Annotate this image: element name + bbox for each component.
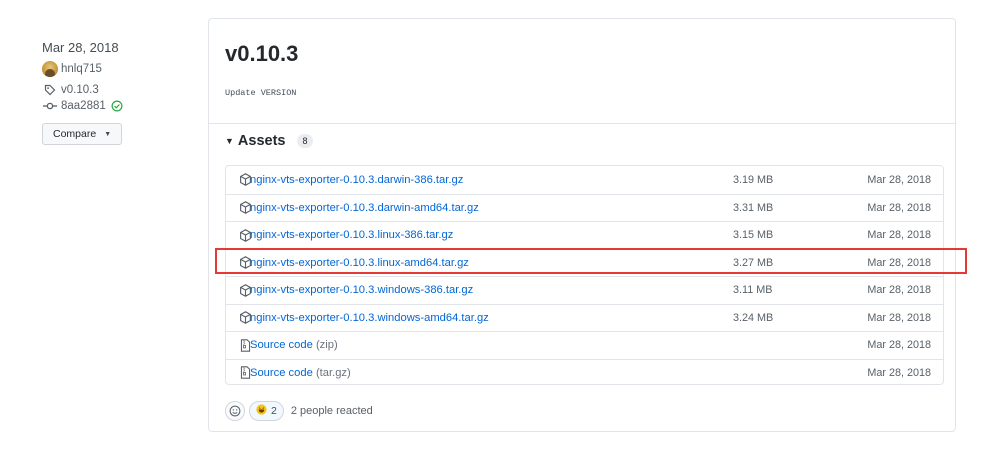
asset-size: 3.19 MB bbox=[733, 173, 774, 186]
asset-size: 3.11 MB bbox=[733, 284, 773, 297]
reaction-summary: 2 people reacted bbox=[290, 405, 373, 417]
release-date: Mar 28, 2018 bbox=[42, 40, 119, 55]
asset-row[interactable]: nginx-vts-exporter-0.10.3.linux-386.tar.… bbox=[226, 221, 943, 249]
reaction-count: 2 bbox=[271, 405, 277, 417]
tag-row[interactable]: v0.10.3 bbox=[42, 83, 192, 97]
compare-label: Compare bbox=[53, 128, 97, 140]
assets-list: nginx-vts-exporter-0.10.3.darwin-386.tar… bbox=[225, 165, 944, 385]
author-name[interactable]: hnlq715 bbox=[61, 63, 102, 75]
asset-date: Mar 28, 2018 bbox=[867, 366, 931, 379]
asset-link[interactable]: nginx-vts-exporter-0.10.3.darwin-amd64.t… bbox=[250, 202, 479, 214]
asset-row[interactable]: nginx-vts-exporter-0.10.3.darwin-amd64.t… bbox=[226, 193, 943, 222]
divider bbox=[209, 123, 955, 124]
release-title[interactable]: v0.10.3 bbox=[225, 41, 298, 67]
commit-sha[interactable]: 8aa2881 bbox=[61, 100, 106, 112]
add-reaction-button[interactable] bbox=[225, 401, 245, 421]
release-meta: Mar 28, 2018 hnlq715 v0.10.3 8aa2881 Com… bbox=[42, 40, 192, 145]
release-description: Update VERSION bbox=[225, 88, 297, 98]
smiley-icon bbox=[229, 405, 241, 417]
asset-row[interactable]: nginx-vts-exporter-0.10.3.darwin-386.tar… bbox=[226, 166, 943, 194]
asset-link[interactable]: nginx-vts-exporter-0.10.3.darwin-386.tar… bbox=[250, 174, 463, 186]
asset-date: Mar 28, 2018 bbox=[867, 229, 931, 242]
asset-size: 3.24 MB bbox=[733, 311, 774, 324]
compare-button[interactable]: Compare ▼ bbox=[42, 123, 123, 145]
asset-size: 3.27 MB bbox=[733, 256, 774, 269]
assets-label: Assets bbox=[237, 133, 286, 149]
verified-check-icon bbox=[109, 99, 125, 113]
source-zip-link[interactable]: Source code (zip) bbox=[250, 339, 338, 351]
source-targz-link[interactable]: Source code (tar.gz) bbox=[250, 367, 351, 379]
reactions-bar: 2 2 people reacted bbox=[225, 401, 373, 421]
asset-link[interactable]: nginx-vts-exporter-0.10.3.linux-386.tar.… bbox=[250, 229, 453, 241]
assets-count-badge: 8 bbox=[297, 134, 313, 148]
asset-link[interactable]: nginx-vts-exporter-0.10.3.windows-amd64.… bbox=[250, 312, 489, 324]
asset-date: Mar 28, 2018 bbox=[867, 284, 931, 297]
author-row[interactable]: hnlq715 bbox=[42, 61, 192, 77]
asset-link[interactable]: nginx-vts-exporter-0.10.3.windows-386.ta… bbox=[250, 284, 473, 296]
tag-icon bbox=[42, 83, 58, 97]
release-card: v0.10.3 Update VERSION ▼ Assets 8 nginx-… bbox=[208, 18, 956, 432]
asset-date: Mar 28, 2018 bbox=[867, 339, 931, 352]
tag-name[interactable]: v0.10.3 bbox=[61, 84, 99, 96]
asset-date: Mar 28, 2018 bbox=[867, 201, 931, 214]
asset-row[interactable]: Source code (zip) Mar 28, 2018 bbox=[226, 331, 943, 359]
assets-toggle[interactable]: ▼ Assets 8 bbox=[225, 133, 313, 149]
asset-size: 3.31 MB bbox=[733, 201, 774, 214]
avatar[interactable] bbox=[42, 61, 58, 77]
reaction-laugh-button[interactable]: 2 bbox=[249, 401, 284, 421]
caret-down-icon: ▼ bbox=[225, 136, 234, 146]
asset-size: 3.15 MB bbox=[733, 229, 774, 242]
asset-date: Mar 28, 2018 bbox=[867, 311, 931, 324]
asset-row[interactable]: nginx-vts-exporter-0.10.3.linux-amd64.ta… bbox=[226, 248, 943, 277]
asset-row[interactable]: nginx-vts-exporter-0.10.3.windows-386.ta… bbox=[226, 276, 943, 304]
asset-row[interactable]: Source code (tar.gz) Mar 28, 2018 bbox=[226, 358, 943, 385]
commit-row[interactable]: 8aa2881 bbox=[42, 99, 192, 113]
chevron-down-icon: ▼ bbox=[104, 130, 112, 138]
asset-date: Mar 28, 2018 bbox=[867, 173, 931, 186]
asset-date: Mar 28, 2018 bbox=[867, 256, 931, 269]
commit-icon bbox=[42, 99, 58, 113]
asset-link[interactable]: nginx-vts-exporter-0.10.3.linux-amd64.ta… bbox=[250, 257, 469, 269]
asset-row[interactable]: nginx-vts-exporter-0.10.3.windows-amd64.… bbox=[226, 303, 943, 332]
laugh-emoji-icon bbox=[256, 404, 267, 418]
